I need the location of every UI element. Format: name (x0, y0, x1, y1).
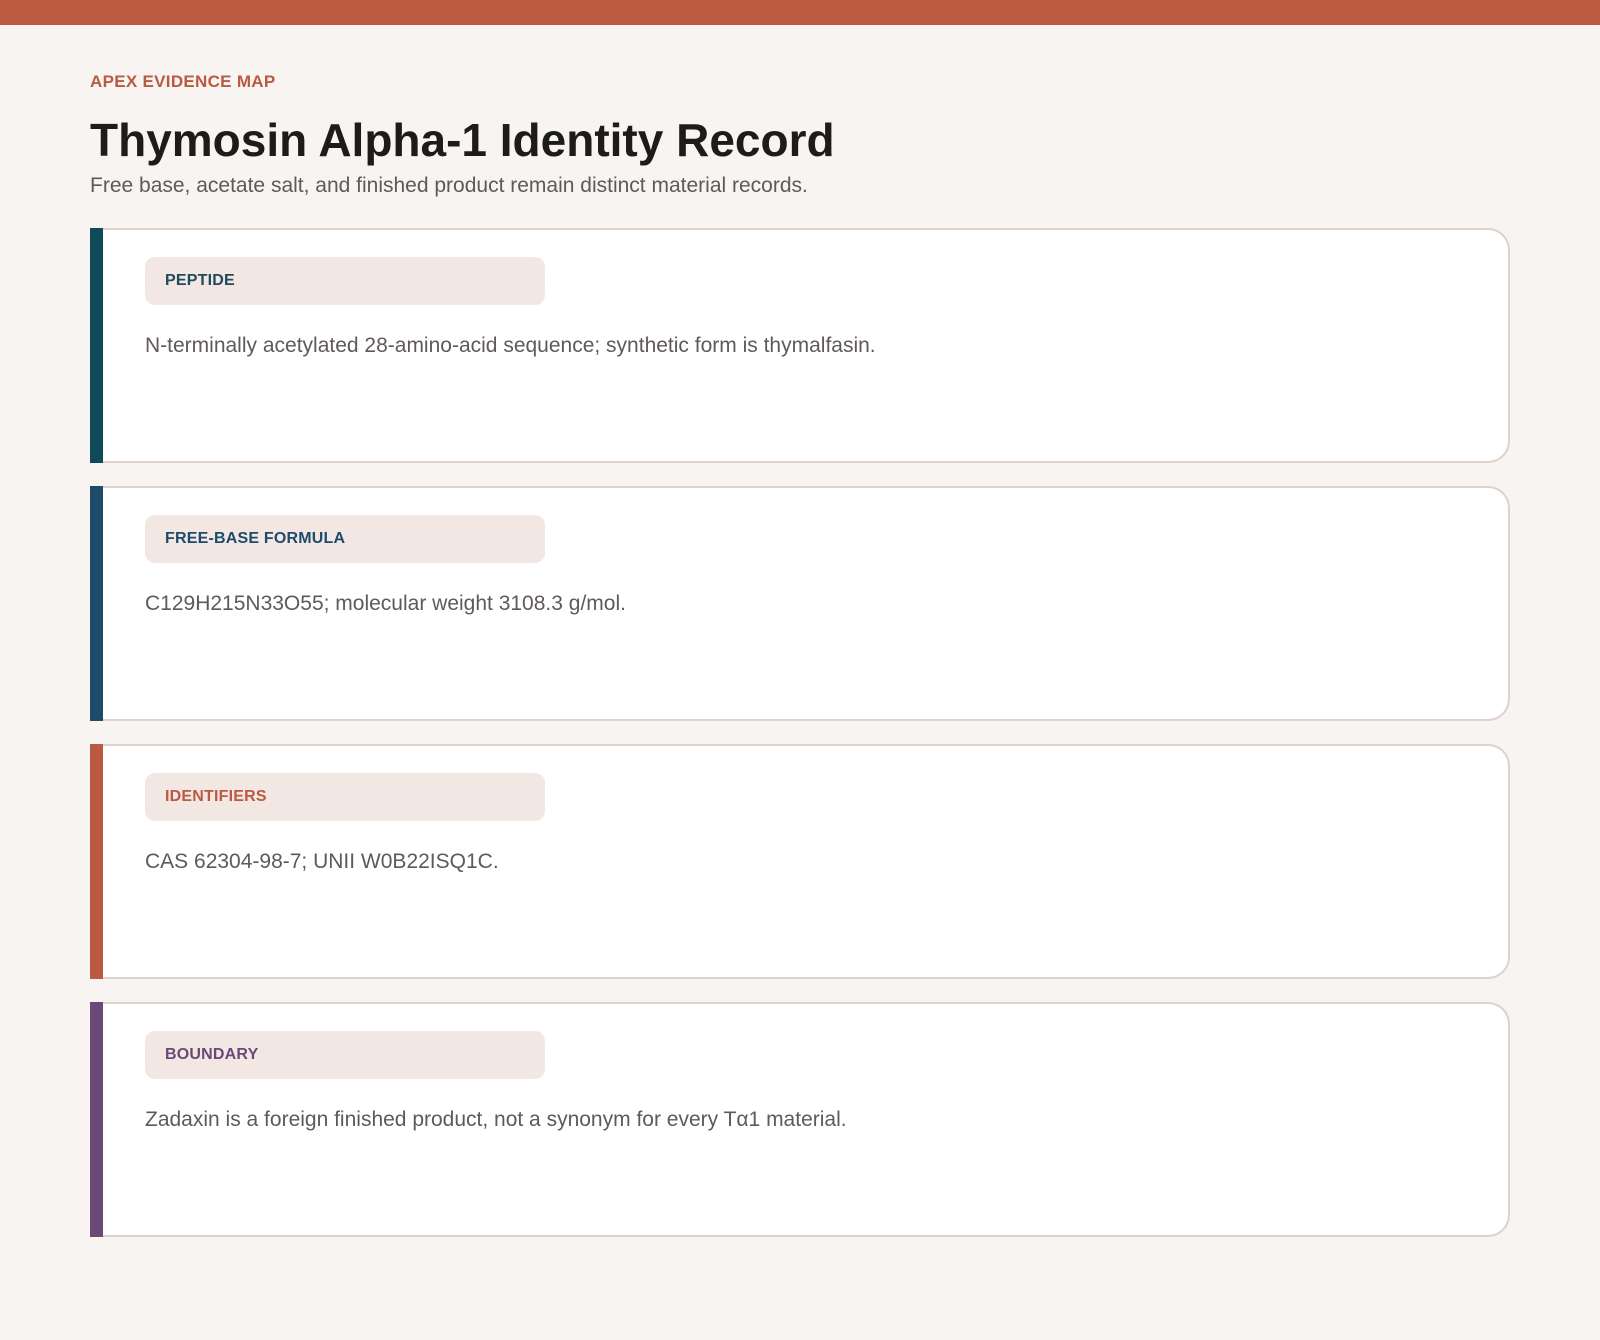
card-text: C129H215N33O55; molecular weight 3108.3 … (145, 592, 626, 615)
card-label-chip: PEPTIDE (145, 257, 545, 305)
record-card-identifiers: IDENTIFIERS CAS 62304-98-7; UNII W0B22IS… (90, 744, 1510, 979)
record-card-free-base-formula: FREE-BASE FORMULA C129H215N33O55; molecu… (90, 486, 1510, 721)
record-card-boundary: BOUNDARY Zadaxin is a foreign finished p… (90, 1002, 1510, 1237)
card-label-chip: BOUNDARY (145, 1031, 545, 1079)
card-label-chip: FREE-BASE FORMULA (145, 515, 545, 563)
card-body: PEPTIDE N-terminally acetylated 28-amino… (103, 228, 1510, 463)
card-body: BOUNDARY Zadaxin is a foreign finished p… (103, 1002, 1510, 1237)
page-title: Thymosin Alpha-1 Identity Record (90, 114, 835, 166)
page-subtitle: Free base, acetate salt, and finished pr… (90, 174, 808, 197)
card-text: Zadaxin is a foreign finished product, n… (145, 1108, 847, 1131)
card-text: CAS 62304-98-7; UNII W0B22ISQ1C. (145, 850, 499, 873)
record-card-list: PEPTIDE N-terminally acetylated 28-amino… (90, 228, 1510, 1260)
card-text: N-terminally acetylated 28-amino-acid se… (145, 334, 876, 357)
card-body: IDENTIFIERS CAS 62304-98-7; UNII W0B22IS… (103, 744, 1510, 979)
card-label-chip: IDENTIFIERS (145, 773, 545, 821)
page-header: APEX EVIDENCE MAP Thymosin Alpha-1 Ident… (90, 70, 1510, 200)
top-accent-bar (0, 0, 1600, 25)
record-card-peptide: PEPTIDE N-terminally acetylated 28-amino… (90, 228, 1510, 463)
card-body: FREE-BASE FORMULA C129H215N33O55; molecu… (103, 486, 1510, 721)
eyebrow-label: APEX EVIDENCE MAP (90, 72, 276, 91)
